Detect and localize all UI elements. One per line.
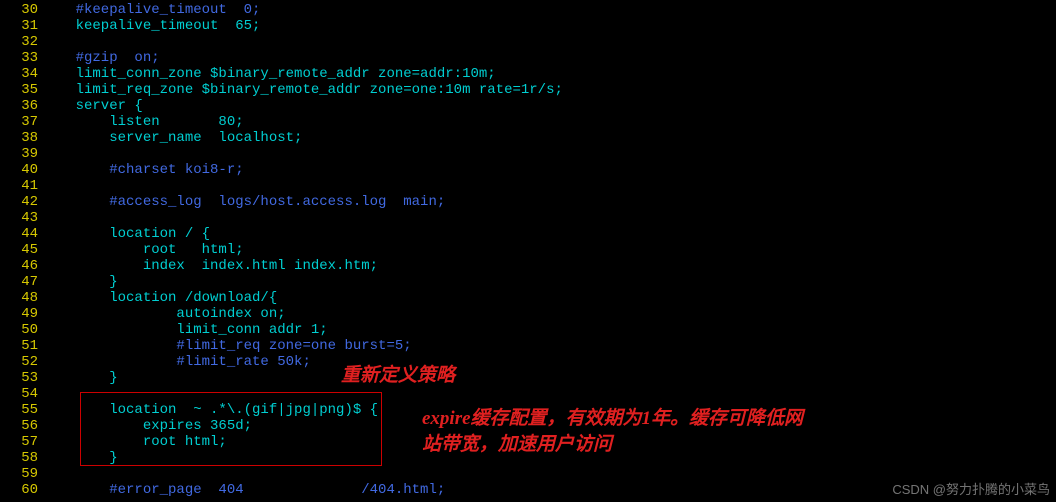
- line-number: 57: [0, 434, 42, 450]
- line-number: 33: [0, 50, 42, 66]
- code-text: [42, 466, 50, 482]
- line-number: 38: [0, 130, 42, 146]
- annotation-expire-line2: 站带宽，加速用户访问: [422, 432, 803, 458]
- code-line[interactable]: 51 #limit_req zone=one burst=5;: [0, 338, 1056, 354]
- code-text: listen 80;: [42, 114, 244, 130]
- line-number: 34: [0, 66, 42, 82]
- code-text: }: [42, 370, 118, 386]
- code-line[interactable]: 32: [0, 34, 1056, 50]
- code-text: [42, 146, 50, 162]
- code-text: server_name localhost;: [42, 130, 302, 146]
- code-text: server {: [42, 98, 143, 114]
- code-line[interactable]: 45 root html;: [0, 242, 1056, 258]
- line-number: 30: [0, 2, 42, 18]
- line-number: 55: [0, 402, 42, 418]
- line-number: 45: [0, 242, 42, 258]
- line-number: 31: [0, 18, 42, 34]
- code-line[interactable]: 30 #keepalive_timeout 0;: [0, 2, 1056, 18]
- code-line[interactable]: 54: [0, 386, 1056, 402]
- code-text: location ~ .*\.(gif|jpg|png)$ {: [42, 402, 378, 418]
- code-line[interactable]: 39: [0, 146, 1056, 162]
- code-line[interactable]: 34 limit_conn_zone $binary_remote_addr z…: [0, 66, 1056, 82]
- annotation-expire-line1: expire缓存配置，有效期为1年。缓存可降低网: [422, 406, 803, 432]
- code-line[interactable]: 38 server_name localhost;: [0, 130, 1056, 146]
- annotation-expire: expire缓存配置，有效期为1年。缓存可降低网 站带宽，加速用户访问: [422, 406, 803, 458]
- code-text: location /download/{: [42, 290, 277, 306]
- code-line[interactable]: 36 server {: [0, 98, 1056, 114]
- code-line[interactable]: 53 }: [0, 370, 1056, 386]
- line-number: 46: [0, 258, 42, 274]
- code-line[interactable]: 47 }: [0, 274, 1056, 290]
- code-text: expires 365d;: [42, 418, 252, 434]
- line-number: 42: [0, 194, 42, 210]
- code-line[interactable]: 40 #charset koi8-r;: [0, 162, 1056, 178]
- line-number: 40: [0, 162, 42, 178]
- code-line[interactable]: 41: [0, 178, 1056, 194]
- code-line[interactable]: 31 keepalive_timeout 65;: [0, 18, 1056, 34]
- code-line[interactable]: 52 #limit_rate 50k;: [0, 354, 1056, 370]
- code-text: autoindex on;: [42, 306, 286, 322]
- code-text: #error_page 404 /404.html;: [42, 482, 445, 498]
- line-number: 51: [0, 338, 42, 354]
- code-line[interactable]: 42 #access_log logs/host.access.log main…: [0, 194, 1056, 210]
- code-text: limit_req_zone $binary_remote_addr zone=…: [42, 82, 563, 98]
- line-number: 58: [0, 450, 42, 466]
- code-text: keepalive_timeout 65;: [42, 18, 260, 34]
- code-text: #keepalive_timeout 0;: [42, 2, 260, 18]
- line-number: 50: [0, 322, 42, 338]
- code-line[interactable]: 49 autoindex on;: [0, 306, 1056, 322]
- line-number: 60: [0, 482, 42, 498]
- code-text: #limit_rate 50k;: [42, 354, 311, 370]
- code-text: [42, 210, 50, 226]
- code-text: root html;: [42, 434, 227, 450]
- code-line[interactable]: 46 index index.html index.htm;: [0, 258, 1056, 274]
- line-number: 37: [0, 114, 42, 130]
- line-number: 59: [0, 466, 42, 482]
- line-number: 48: [0, 290, 42, 306]
- line-number: 52: [0, 354, 42, 370]
- code-text: }: [42, 450, 118, 466]
- line-number: 49: [0, 306, 42, 322]
- line-number: 44: [0, 226, 42, 242]
- code-text: }: [42, 274, 118, 290]
- code-text: #limit_req zone=one burst=5;: [42, 338, 412, 354]
- code-line[interactable]: 37 listen 80;: [0, 114, 1056, 130]
- line-number: 47: [0, 274, 42, 290]
- code-text: #gzip on;: [42, 50, 160, 66]
- watermark: CSDN @努力扑腾的小菜鸟: [892, 479, 1050, 498]
- code-text: [42, 386, 50, 402]
- line-number: 39: [0, 146, 42, 162]
- line-number: 53: [0, 370, 42, 386]
- code-text: limit_conn addr 1;: [42, 322, 328, 338]
- line-number: 56: [0, 418, 42, 434]
- line-number: 35: [0, 82, 42, 98]
- annotation-redefine: 重新定义策略: [341, 360, 455, 387]
- code-text: [42, 178, 50, 194]
- code-line[interactable]: 48 location /download/{: [0, 290, 1056, 306]
- line-number: 54: [0, 386, 42, 402]
- code-line[interactable]: 44 location / {: [0, 226, 1056, 242]
- line-number: 36: [0, 98, 42, 114]
- code-text: limit_conn_zone $binary_remote_addr zone…: [42, 66, 496, 82]
- code-text: #access_log logs/host.access.log main;: [42, 194, 445, 210]
- code-line[interactable]: 35 limit_req_zone $binary_remote_addr zo…: [0, 82, 1056, 98]
- line-number: 32: [0, 34, 42, 50]
- code-text: [42, 34, 50, 50]
- code-text: #charset koi8-r;: [42, 162, 244, 178]
- code-text: index index.html index.htm;: [42, 258, 378, 274]
- line-number: 43: [0, 210, 42, 226]
- code-line[interactable]: 33 #gzip on;: [0, 50, 1056, 66]
- code-text: location / {: [42, 226, 210, 242]
- code-line[interactable]: 50 limit_conn addr 1;: [0, 322, 1056, 338]
- code-text: root html;: [42, 242, 244, 258]
- line-number: 41: [0, 178, 42, 194]
- code-line[interactable]: 43: [0, 210, 1056, 226]
